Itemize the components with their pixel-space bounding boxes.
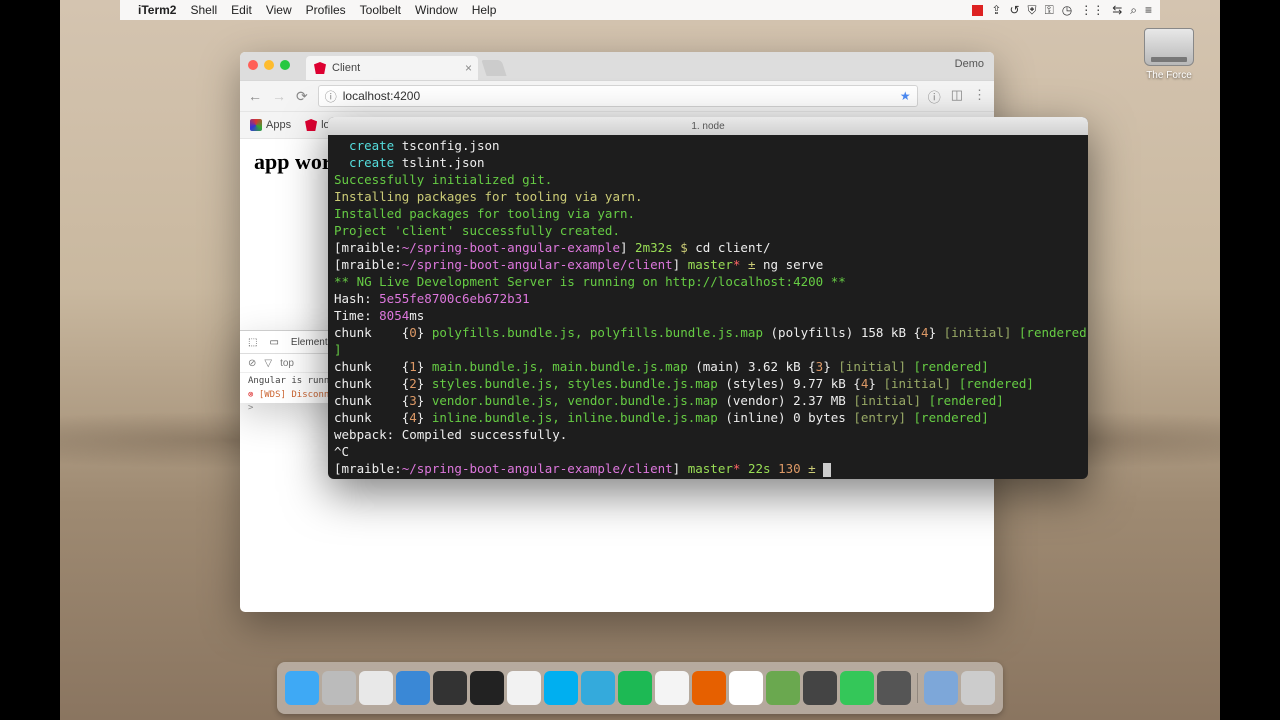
forward-button-icon[interactable]: → (272, 88, 286, 104)
devtools-tab-elements[interactable]: Elements (291, 337, 333, 348)
devtools-filter-icon[interactable]: ▽ (264, 358, 272, 369)
dock-app-preview[interactable] (877, 671, 911, 705)
dock-app-calendar[interactable] (729, 671, 763, 705)
menubar-status: ⇪ ↺ ⛨ ⚿ ◷ ⋮⋮ ⇆ ⌕ ≡ (972, 3, 1152, 18)
dock-app-camtasia[interactable] (766, 671, 800, 705)
dock-app-trash[interactable] (961, 671, 995, 705)
desktop-drive-icon[interactable]: The Force (1132, 28, 1206, 81)
maximize-icon[interactable] (280, 60, 290, 70)
close-icon[interactable] (248, 60, 258, 70)
chrome-menu-icon[interactable]: ⋮ (973, 87, 986, 106)
letterbox-right (1220, 0, 1280, 720)
dock-app-terminal[interactable] (470, 671, 504, 705)
menu-item-help[interactable]: Help (472, 3, 497, 17)
iterm-titlebar: 1. node (328, 117, 1088, 135)
iterm-title: 1. node (691, 121, 724, 132)
menu-item-view[interactable]: View (266, 3, 292, 17)
error-icon: ⊗ (248, 390, 259, 400)
menubar: iTerm2 Shell Edit View Profiles Toolbelt Wind… (120, 0, 1160, 20)
menu-item-shell[interactable]: Shell (190, 3, 217, 17)
extension-icon[interactable]: ⓘ (928, 87, 941, 106)
dock-app-finder[interactable] (285, 671, 319, 705)
macos-dock (277, 662, 1003, 714)
dock-app-messages[interactable] (840, 671, 874, 705)
dock-app-github[interactable] (803, 671, 837, 705)
site-info-icon[interactable]: ⓘ (325, 88, 337, 105)
new-tab-button[interactable] (481, 60, 506, 76)
bookmark-star-icon[interactable]: ★ (900, 89, 911, 103)
menu-item-window[interactable]: Window (415, 3, 458, 17)
dock-app-spotify[interactable] (618, 671, 652, 705)
reload-button-icon[interactable]: ⟳ (296, 88, 308, 105)
macos-desktop: iTerm2 Shell Edit View Profiles Toolbelt Wind… (60, 0, 1220, 720)
browser-tab[interactable]: Client × (306, 56, 478, 80)
dock-app-safari[interactable] (359, 671, 393, 705)
dock-app-firefox[interactable] (692, 671, 726, 705)
back-button-icon[interactable]: ← (248, 88, 262, 104)
letterbox-left (0, 0, 60, 720)
angular-favicon-icon (314, 62, 326, 74)
close-tab-icon[interactable]: × (465, 61, 472, 75)
sync-icon[interactable]: ↺ (1009, 3, 1019, 17)
dropbox-icon[interactable]: ⇪ (991, 3, 1001, 17)
search-icon[interactable]: ⌕ (1130, 3, 1137, 18)
window-controls (248, 60, 290, 70)
devtools-inspect-icon[interactable]: ⬚ (248, 337, 257, 348)
menu-app-name[interactable]: iTerm2 (138, 3, 176, 17)
dock-app-mail[interactable] (396, 671, 430, 705)
menu-icon[interactable]: ≡ (1145, 3, 1152, 17)
minimize-icon[interactable] (264, 60, 274, 70)
devtools-device-icon[interactable]: ▭ (269, 337, 278, 348)
apps-bookmarks-icon[interactable]: Apps (250, 119, 291, 131)
clock-icon[interactable]: ◷ (1062, 3, 1072, 17)
chrome-profile-label[interactable]: Demo (955, 58, 984, 70)
menu-item-edit[interactable]: Edit (231, 3, 252, 17)
dock-app-slack[interactable] (507, 671, 541, 705)
menu-item-profiles[interactable]: Profiles (306, 3, 346, 17)
dock-app-skype[interactable] (544, 671, 578, 705)
network-icon[interactable]: ⇆ (1112, 3, 1122, 17)
iterm-window[interactable]: 1. node create tsconfig.json create tsli… (328, 117, 1088, 479)
recording-status-icon[interactable] (972, 5, 983, 16)
menu-item-toolbelt[interactable]: Toolbelt (360, 3, 401, 17)
desktop-drive-label: The Force (1132, 70, 1206, 81)
shield-icon[interactable]: ⛨ (1028, 3, 1037, 18)
wifi-icon[interactable]: ⋮⋮ (1080, 3, 1104, 17)
chrome-tabbar: Client × Demo (240, 52, 994, 80)
hard-disk-icon (1144, 28, 1194, 66)
tab-title: Client (332, 62, 360, 74)
dock-app-chrome[interactable] (655, 671, 689, 705)
dock-separator (917, 673, 918, 703)
dock-app-telegram[interactable] (581, 671, 615, 705)
url-input[interactable]: ⓘ localhost:4200 ★ (318, 85, 918, 107)
chrome-toolbar: ← → ⟳ ⓘ localhost:4200 ★ ⓘ ◫ ⋮ (240, 80, 994, 112)
dock-app-folder[interactable] (924, 671, 958, 705)
url-text: localhost:4200 (343, 89, 420, 103)
terminal-output[interactable]: create tsconfig.json create tslint.jsonS… (328, 135, 1088, 479)
dock-app-launchpad[interactable] (322, 671, 356, 705)
devtools-clear-icon[interactable]: ⊘ (248, 358, 256, 369)
extension-shield-icon[interactable]: ◫ (951, 87, 963, 106)
key-icon[interactable]: ⚿ (1045, 3, 1054, 18)
dock-app-intellij[interactable] (433, 671, 467, 705)
devtools-context-select[interactable]: top (280, 358, 294, 369)
